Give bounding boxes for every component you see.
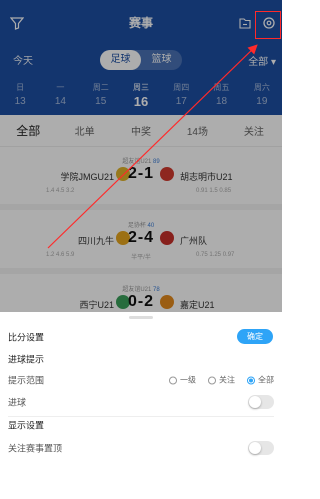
range-option-follow[interactable]: 关注 [208,375,235,386]
pin-toggle[interactable] [248,441,274,455]
pin-label: 关注赛事置顶 [8,443,63,454]
sheet-title: 比分设置 [8,332,45,343]
goal-section-title: 进球提示 [8,354,45,365]
goal-row: 进球 [0,391,282,413]
app-screen: 赛事 今天 足球 篮球 全部 ▾ 日 13 一 14 周二 15 周三 16 周四 17 … [0,0,282,499]
range-label: 提示范围 [8,375,45,386]
pointer-arrow-icon [47,44,258,249]
pin-row: 关注赛事置顶 [0,437,282,459]
goal-toggle[interactable] [248,395,274,409]
sheet-header: 比分设置 确定 [0,326,282,348]
display-section-header: 显示设置 [0,414,282,436]
sheet-grip[interactable] [129,316,153,319]
goal-label: 进球 [8,397,27,408]
goal-section-header: 进球提示 [0,348,282,370]
range-option-level1[interactable]: 一级 [169,375,196,386]
confirm-button[interactable]: 确定 [237,329,273,344]
range-options: 一级 关注 全部 [169,375,274,386]
range-option-all[interactable]: 全部 [247,375,274,386]
range-row: 提示范围 一级 关注 全部 [0,369,282,391]
display-section-title: 显示设置 [8,420,45,431]
score-settings-sheet: 比分设置 确定 进球提示 提示范围 一级 关注 全部 进球 显示设置 关注赛事置… [0,312,282,499]
